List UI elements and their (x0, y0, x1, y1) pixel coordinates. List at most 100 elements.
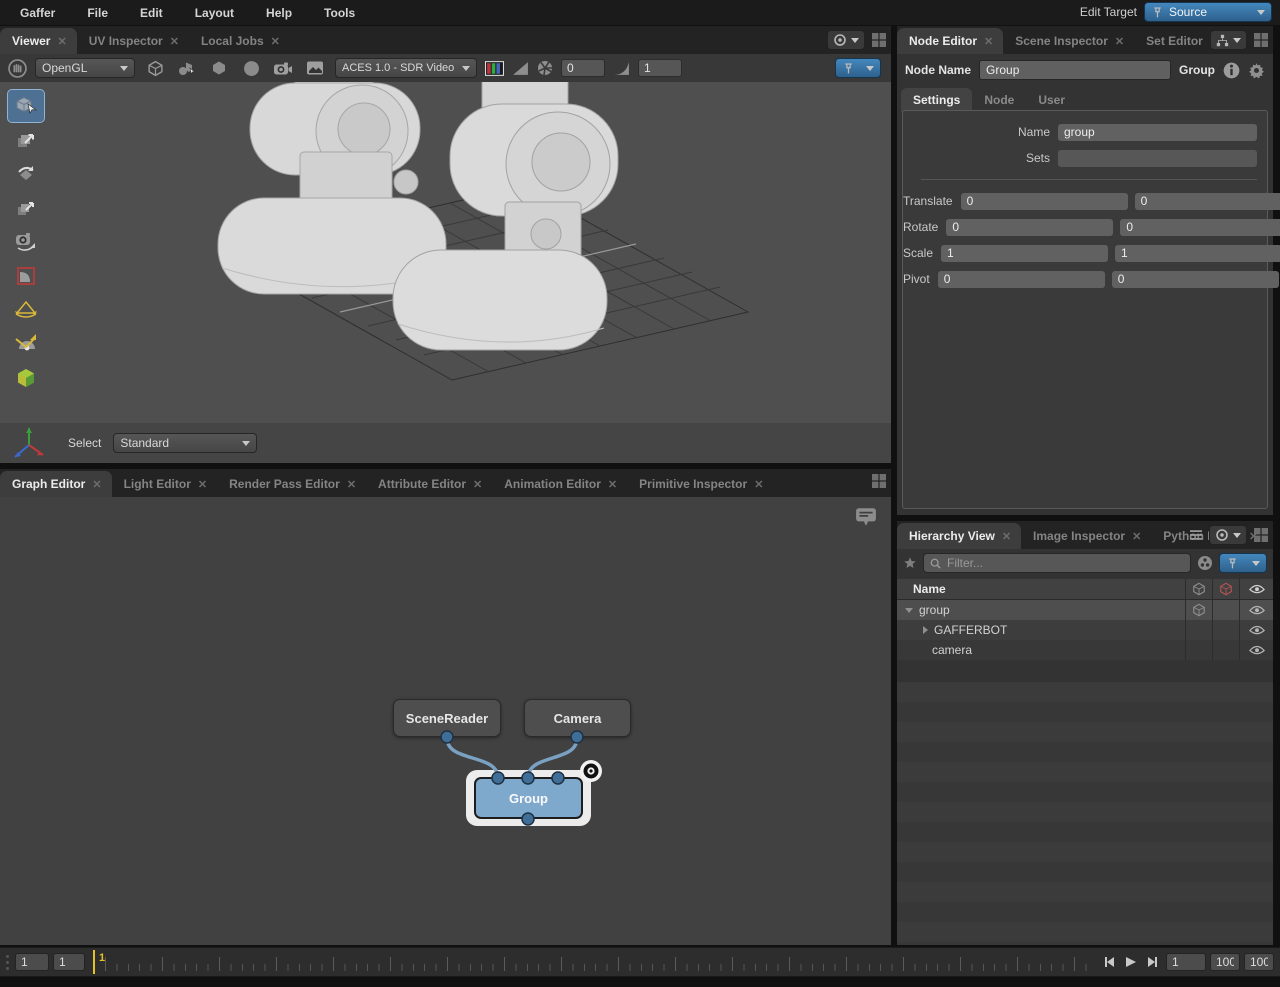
collapse-arrow-icon[interactable] (923, 626, 928, 634)
range-start-field[interactable] (15, 953, 49, 971)
solid-cube-icon[interactable] (207, 57, 231, 79)
menu-hamburger-icon[interactable] (1189, 529, 1203, 541)
layout-grid-icon[interactable] (871, 32, 887, 48)
rotate-x-field[interactable] (946, 218, 1114, 236)
close-icon[interactable]: ✕ (57, 35, 66, 48)
viewport-3d[interactable] (0, 82, 891, 423)
scale-tool-button[interactable] (8, 192, 44, 224)
exposure-field[interactable] (561, 59, 605, 77)
light-cone-tool-button[interactable] (8, 294, 44, 326)
gear-icon[interactable] (1248, 62, 1265, 79)
hierarchy-pin-dropdown[interactable] (1219, 553, 1267, 573)
tab-scene-inspector[interactable]: Scene Inspector ✕ (1003, 28, 1134, 54)
sphere-icon[interactable] (239, 57, 263, 79)
subtab-node[interactable]: Node (972, 88, 1026, 112)
wireframe-cube-icon[interactable] (143, 57, 167, 79)
annotation-bubble-icon[interactable] (855, 507, 877, 527)
playhead[interactable] (93, 950, 95, 974)
close-icon[interactable]: ✕ (92, 478, 101, 491)
hierarchy-row-gafferbot[interactable]: GAFFERBOT (897, 620, 1273, 640)
node-camera[interactable]: Camera (524, 699, 631, 737)
translate-y-field[interactable] (1134, 192, 1280, 210)
exposure-triangle-icon[interactable] (512, 61, 529, 76)
layout-grid-icon[interactable] (1253, 32, 1269, 48)
visibility-eye-icon[interactable] (1239, 600, 1273, 620)
tab-uv-inspector[interactable]: UV Inspector ✕ (77, 28, 189, 54)
tab-attribute-editor[interactable]: Attribute Editor ✕ (366, 471, 492, 497)
info-icon[interactable] (1223, 62, 1240, 79)
colorspace-dropdown[interactable]: ACES 1.0 - SDR Video (335, 58, 477, 78)
edit-target-dropdown[interactable]: Source (1144, 2, 1272, 22)
visibility-eye-icon[interactable] (1239, 620, 1273, 640)
name-field[interactable] (1058, 123, 1257, 141)
frame-step-field[interactable] (53, 953, 85, 971)
shader-cube-tool-button[interactable] (8, 362, 44, 394)
skip-to-start-button[interactable] (1103, 956, 1115, 968)
close-icon[interactable]: ✕ (198, 478, 207, 491)
star-icon[interactable] (903, 556, 917, 570)
node-scenereader[interactable]: SceneReader (393, 699, 501, 737)
pivot-y-field[interactable] (1111, 270, 1279, 288)
tab-animation-editor[interactable]: Animation Editor ✕ (492, 471, 627, 497)
skip-to-end-button[interactable] (1147, 956, 1159, 968)
translate-x-field[interactable] (960, 192, 1128, 210)
image-icon[interactable] (303, 57, 327, 79)
tab-light-editor[interactable]: Light Editor ✕ (112, 471, 218, 497)
close-icon[interactable]: ✕ (984, 35, 993, 48)
scale-x-field[interactable] (941, 244, 1109, 262)
menu-help[interactable]: Help (252, 2, 306, 24)
eye-column-icon[interactable] (1239, 579, 1273, 599)
node-name-input[interactable] (979, 60, 1171, 80)
node-group[interactable]: Group (474, 777, 583, 819)
set-membership-cube-icon[interactable] (1185, 600, 1212, 620)
viewer-pin-dropdown[interactable] (835, 58, 881, 78)
node-graph-canvas[interactable]: SceneReader Camera Group (0, 497, 891, 945)
tab-primitive-inspector[interactable]: Primitive Inspector ✕ (627, 471, 773, 497)
red-cube-column-icon[interactable] (1212, 579, 1239, 599)
renderer-dropdown[interactable]: OpenGL (35, 58, 135, 78)
close-icon[interactable]: ✕ (473, 478, 482, 491)
close-icon[interactable]: ✕ (1115, 35, 1124, 48)
node-editor-mode-dropdown[interactable] (1210, 30, 1247, 50)
viewer-target-dropdown[interactable] (827, 30, 865, 50)
range-end-field[interactable] (1210, 953, 1240, 971)
visibility-eye-icon[interactable] (1239, 640, 1273, 660)
tab-image-inspector[interactable]: Image Inspector ✕ (1021, 523, 1151, 549)
crop-window-tool-button[interactable] (8, 260, 44, 292)
clover-filter-icon[interactable] (1197, 555, 1213, 571)
expand-arrow-icon[interactable] (905, 607, 913, 613)
play-button[interactable] (1125, 956, 1137, 968)
current-frame-field[interactable] (1166, 953, 1206, 971)
menu-gaffer[interactable]: Gaffer (6, 2, 69, 24)
layout-grid-icon[interactable] (1253, 527, 1269, 543)
tab-viewer[interactable]: Viewer ✕ (0, 28, 77, 54)
menu-file[interactable]: File (73, 2, 122, 24)
filter-input[interactable] (947, 556, 1185, 570)
gamma-triangle-icon[interactable] (613, 61, 630, 76)
hierarchy-target-dropdown[interactable] (1209, 525, 1247, 545)
layout-grid-icon[interactable] (871, 473, 887, 489)
timeline-ruler[interactable]: 1 (93, 950, 1092, 974)
tab-render-pass-editor[interactable]: Render Pass Editor ✕ (217, 471, 366, 497)
close-icon[interactable]: ✕ (347, 478, 356, 491)
subtab-settings[interactable]: Settings (901, 88, 973, 112)
subtab-user[interactable]: User (1026, 88, 1077, 112)
select-mode-dropdown[interactable]: Standard (113, 433, 258, 453)
close-icon[interactable]: ✕ (608, 478, 617, 491)
rotate-tool-button[interactable] (8, 158, 44, 190)
fps-field[interactable] (1244, 953, 1274, 971)
tab-local-jobs[interactable]: Local Jobs ✕ (189, 28, 290, 54)
close-icon[interactable]: ✕ (170, 35, 179, 48)
close-icon[interactable]: ✕ (754, 478, 763, 491)
cube-column-icon[interactable] (1185, 579, 1212, 599)
menu-edit[interactable]: Edit (126, 2, 177, 24)
scale-y-field[interactable] (1115, 244, 1280, 262)
select-tool-button[interactable] (7, 89, 45, 123)
camera-icon[interactable] (271, 57, 295, 79)
menu-layout[interactable]: Layout (181, 2, 248, 24)
shaded-select-icon[interactable] (175, 57, 199, 79)
close-icon[interactable]: ✕ (1132, 530, 1141, 543)
close-icon[interactable]: ✕ (271, 35, 280, 48)
rgb-channels-icon[interactable] (485, 61, 504, 76)
light-position-tool-button[interactable] (8, 328, 44, 360)
